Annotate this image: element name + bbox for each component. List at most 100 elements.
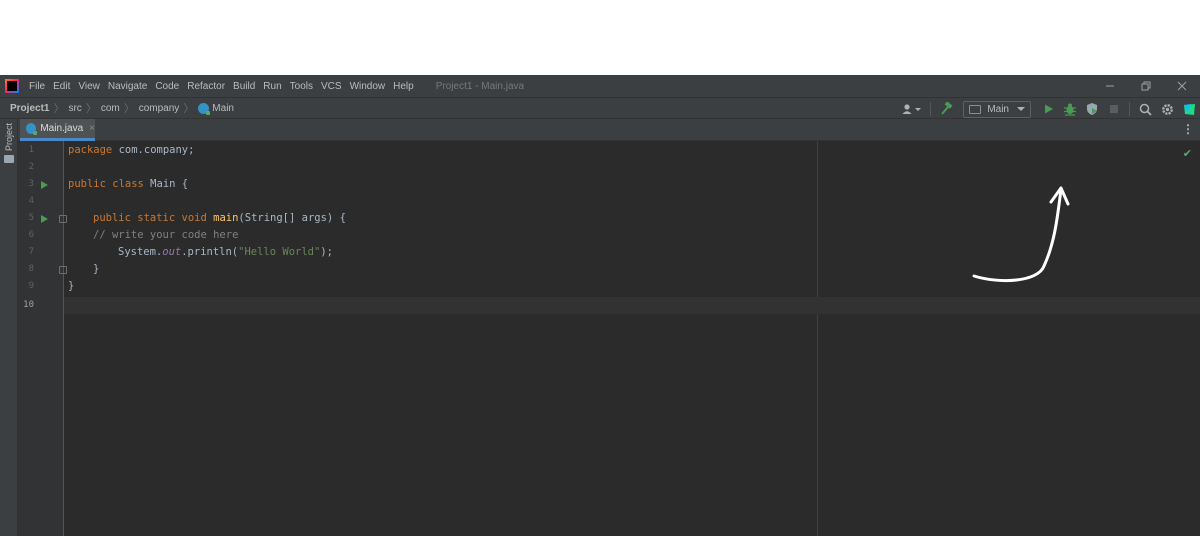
restore-icon [1141,81,1151,91]
line-number-active: 10 [23,300,34,310]
run-button[interactable] [1038,99,1058,119]
close-icon [1177,81,1187,91]
line-number: 6 [28,230,34,240]
app-logo-icon [5,79,19,93]
breadcrumb-company[interactable]: company [139,103,180,114]
code-text: } [93,263,100,275]
code-comment: // write your code here [93,229,239,241]
code-text: com.company; [112,144,195,156]
menu-tools[interactable]: Tools [286,81,317,92]
tab-close-icon[interactable]: × [89,123,95,134]
code-line-7: System.out.println("Hello World"); [118,244,333,261]
minimize-icon [1106,85,1114,87]
restore-button[interactable] [1128,75,1164,97]
menu-code[interactable]: Code [151,81,183,92]
right-margin-guide [817,141,818,536]
menu-navigate[interactable]: Navigate [104,81,151,92]
run-configuration-label: Main [987,103,1009,115]
menu-view[interactable]: View [74,81,104,92]
inspection-ok-check-icon[interactable]: ✔ [1183,147,1192,160]
toolbar-separator [930,102,932,116]
settings-icon [1161,103,1173,115]
line-number: 2 [28,162,34,172]
main-toolbar: Main [898,98,1200,120]
menu-edit[interactable]: Edit [49,81,74,92]
code-function: main [213,212,239,224]
breadcrumb-project[interactable]: Project1 [10,103,49,114]
menu-vcs[interactable]: VCS [317,81,346,92]
more-icon[interactable]: ⋮ [1182,123,1194,135]
breadcrumb-src[interactable]: src [68,103,81,114]
window-controls [1092,75,1200,97]
breadcrumb-separator: 〉 [85,103,97,115]
tab-main-java[interactable]: Main.java × [20,119,95,141]
ide-window: File Edit View Navigate Code Refactor Bu… [0,75,1200,536]
menu-build[interactable]: Build [229,81,259,92]
run-configuration-select[interactable]: Main [963,100,1031,118]
code-text: .println( [181,246,239,258]
close-button[interactable] [1164,75,1200,97]
caret-row-highlight [64,297,1200,314]
tab-label: Main.java [40,123,84,134]
toolbar-separator [1129,102,1130,116]
project-tool-label: Project [4,123,14,152]
breadcrumb-com[interactable]: com [101,103,120,114]
code-line-9: } [68,278,74,295]
debug-icon [1064,103,1076,116]
menu-bar: File Edit View Navigate Code Refactor Bu… [0,75,1200,97]
line-number: 1 [28,145,34,155]
run-config-icon [969,104,982,114]
toolbox-button[interactable] [1179,99,1199,119]
code-text: } [68,280,75,292]
code-keyword: public static void [93,212,207,224]
code-keyword: public class [68,178,144,190]
build-hammer-icon [941,102,953,115]
line-number: 4 [28,196,34,206]
gutter-run-main-icon[interactable] [41,215,48,223]
menu-run[interactable]: Run [259,81,285,92]
search-everywhere-button[interactable] [1135,99,1155,119]
code-line-5: public static void main(String[] args) { [93,210,346,227]
annotation-arrow [972,186,1070,283]
navigation-bar: Project1 〉 src 〉 com 〉 company 〉 Main Ma… [0,97,1200,119]
search-icon [1139,103,1152,116]
gutter-run-class-icon[interactable] [41,181,48,189]
menu-file[interactable]: File [25,81,49,92]
class-icon [198,102,211,115]
code-text: ); [320,246,333,258]
folder-icon [4,155,14,164]
left-tool-strip: Project [0,119,18,536]
settings-button[interactable] [1157,99,1177,119]
code-text: Main { [143,178,189,190]
code-field: out [162,246,182,258]
debug-button[interactable] [1060,99,1080,119]
coverage-icon [1087,103,1097,115]
window-title: Project1 - Main.java [435,80,525,92]
menu-help[interactable]: Help [389,81,418,92]
code-line-6: // write your code here [93,227,238,244]
code-keyword: package [68,144,113,156]
build-button[interactable] [936,99,956,119]
breadcrumb-separator: 〉 [183,103,195,115]
fold-end-icon[interactable] [59,266,67,274]
fold-start-icon[interactable] [59,215,67,223]
toolbox-icon [1183,103,1195,115]
run-icon [1045,104,1053,114]
breadcrumb-main[interactable]: Main [198,102,234,115]
breadcrumb-separator: 〉 [123,103,135,115]
minimize-button[interactable] [1092,75,1128,97]
line-number: 3 [28,179,34,189]
run-with-coverage-button[interactable] [1082,99,1102,119]
line-number: 5 [28,213,34,223]
code-line-3: public class Main { [68,176,188,193]
line-number: 7 [28,247,34,257]
editor-tab-row: Main.java × ⋮ [18,119,1200,141]
code-line-1: package com.company; [68,142,194,159]
class-icon [26,123,38,135]
vcs-user-button[interactable] [899,99,925,119]
project-tool-window-button[interactable]: Project [2,123,16,164]
user-icon [902,104,922,114]
menu-refactor[interactable]: Refactor [183,81,229,92]
menu-window[interactable]: Window [346,81,390,92]
stop-button[interactable] [1104,99,1124,119]
